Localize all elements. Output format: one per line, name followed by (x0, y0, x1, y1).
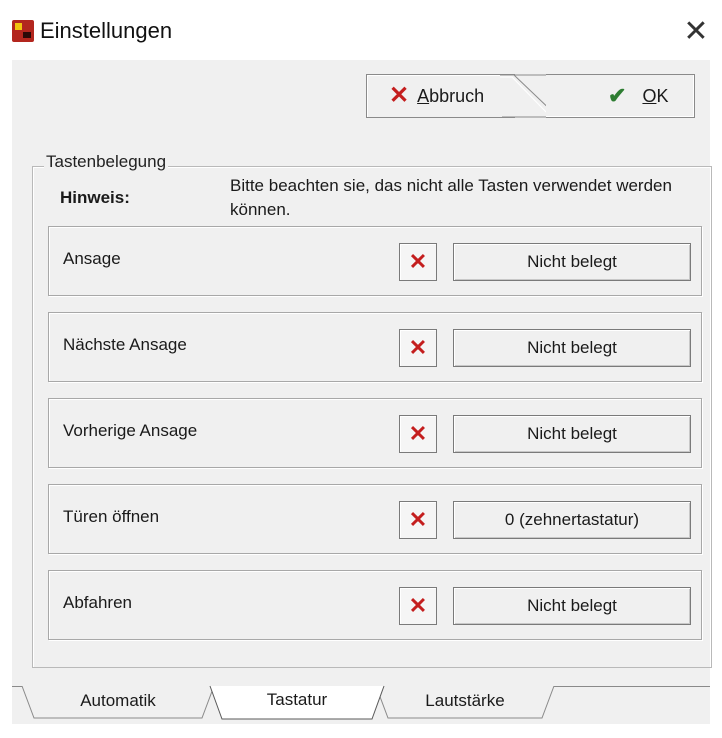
clear-binding-button[interactable]: ✕ (399, 501, 437, 539)
group-title: Tastenbelegung (44, 152, 169, 172)
binding-row: Vorherige Ansage ✕ Nicht belegt (48, 398, 702, 468)
app-icon (12, 20, 34, 42)
ok-label: OK (642, 86, 668, 107)
x-icon: ✕ (408, 593, 428, 618)
binding-row: Abfahren ✕ Nicht belegt (48, 570, 702, 640)
clear-binding-button[interactable]: ✕ (399, 243, 437, 281)
assign-key-button[interactable]: 0 (zehnertastatur) (453, 501, 691, 539)
x-icon: ✕ (408, 335, 428, 360)
tab-tastatur[interactable]: Tastatur (208, 685, 386, 721)
binding-row: Ansage ✕ Nicht belegt (48, 226, 702, 296)
clear-binding-button[interactable]: ✕ (399, 415, 437, 453)
binding-label: Vorherige Ansage (63, 421, 198, 440)
binding-label: Türen öffnen (63, 507, 160, 526)
binding-label: Ansage (63, 249, 121, 268)
close-button[interactable]: ✕ (676, 12, 716, 52)
ok-label-rest: K (656, 85, 669, 106)
checkmark-icon: ✔ (608, 83, 627, 108)
binding-label: Abfahren (63, 593, 132, 612)
tab-lautstaerke[interactable]: Lautstärke (374, 686, 556, 720)
cancel-mnemonic: A (417, 85, 430, 106)
assign-key-button[interactable]: Nicht belegt (453, 329, 691, 367)
assign-key-button[interactable]: Nicht belegt (453, 587, 691, 625)
tab-bar: Automatik Lautstärke Tastatur (12, 685, 710, 724)
clear-binding-button[interactable]: ✕ (399, 587, 437, 625)
cancel-label-rest: bbruch (429, 85, 485, 106)
tab-label: Tastatur (266, 690, 328, 709)
x-icon: ✕ (389, 82, 410, 109)
cancel-button[interactable]: ✕ Abbruch (366, 74, 515, 118)
clear-binding-button[interactable]: ✕ (399, 329, 437, 367)
window-title: Einstellungen (40, 18, 173, 43)
tab-label: Lautstärke (425, 691, 505, 710)
assign-key-button[interactable]: Nicht belegt (453, 243, 691, 281)
binding-label: Nächste Ansage (63, 335, 187, 354)
ok-button[interactable]: ✔ OK (546, 74, 695, 118)
hint-label: Hinweis: (60, 188, 130, 207)
x-icon: ✕ (408, 421, 428, 446)
x-icon: ✕ (408, 249, 428, 274)
binding-row: Nächste Ansage ✕ Nicht belegt (48, 312, 702, 382)
ok-mnemonic: O (642, 85, 657, 106)
tab-automatik[interactable]: Automatik (20, 686, 216, 720)
hint-text: Bitte beachten sie, das nicht alle Taste… (230, 176, 672, 219)
tab-label: Automatik (80, 691, 156, 710)
title-bar: Einstellungen ✕ (0, 0, 722, 60)
assign-key-button[interactable]: Nicht belegt (453, 415, 691, 453)
cancel-label: Abbruch (417, 86, 484, 107)
binding-row: Türen öffnen ✕ 0 (zehnertastatur) (48, 484, 702, 554)
x-icon: ✕ (408, 507, 428, 532)
